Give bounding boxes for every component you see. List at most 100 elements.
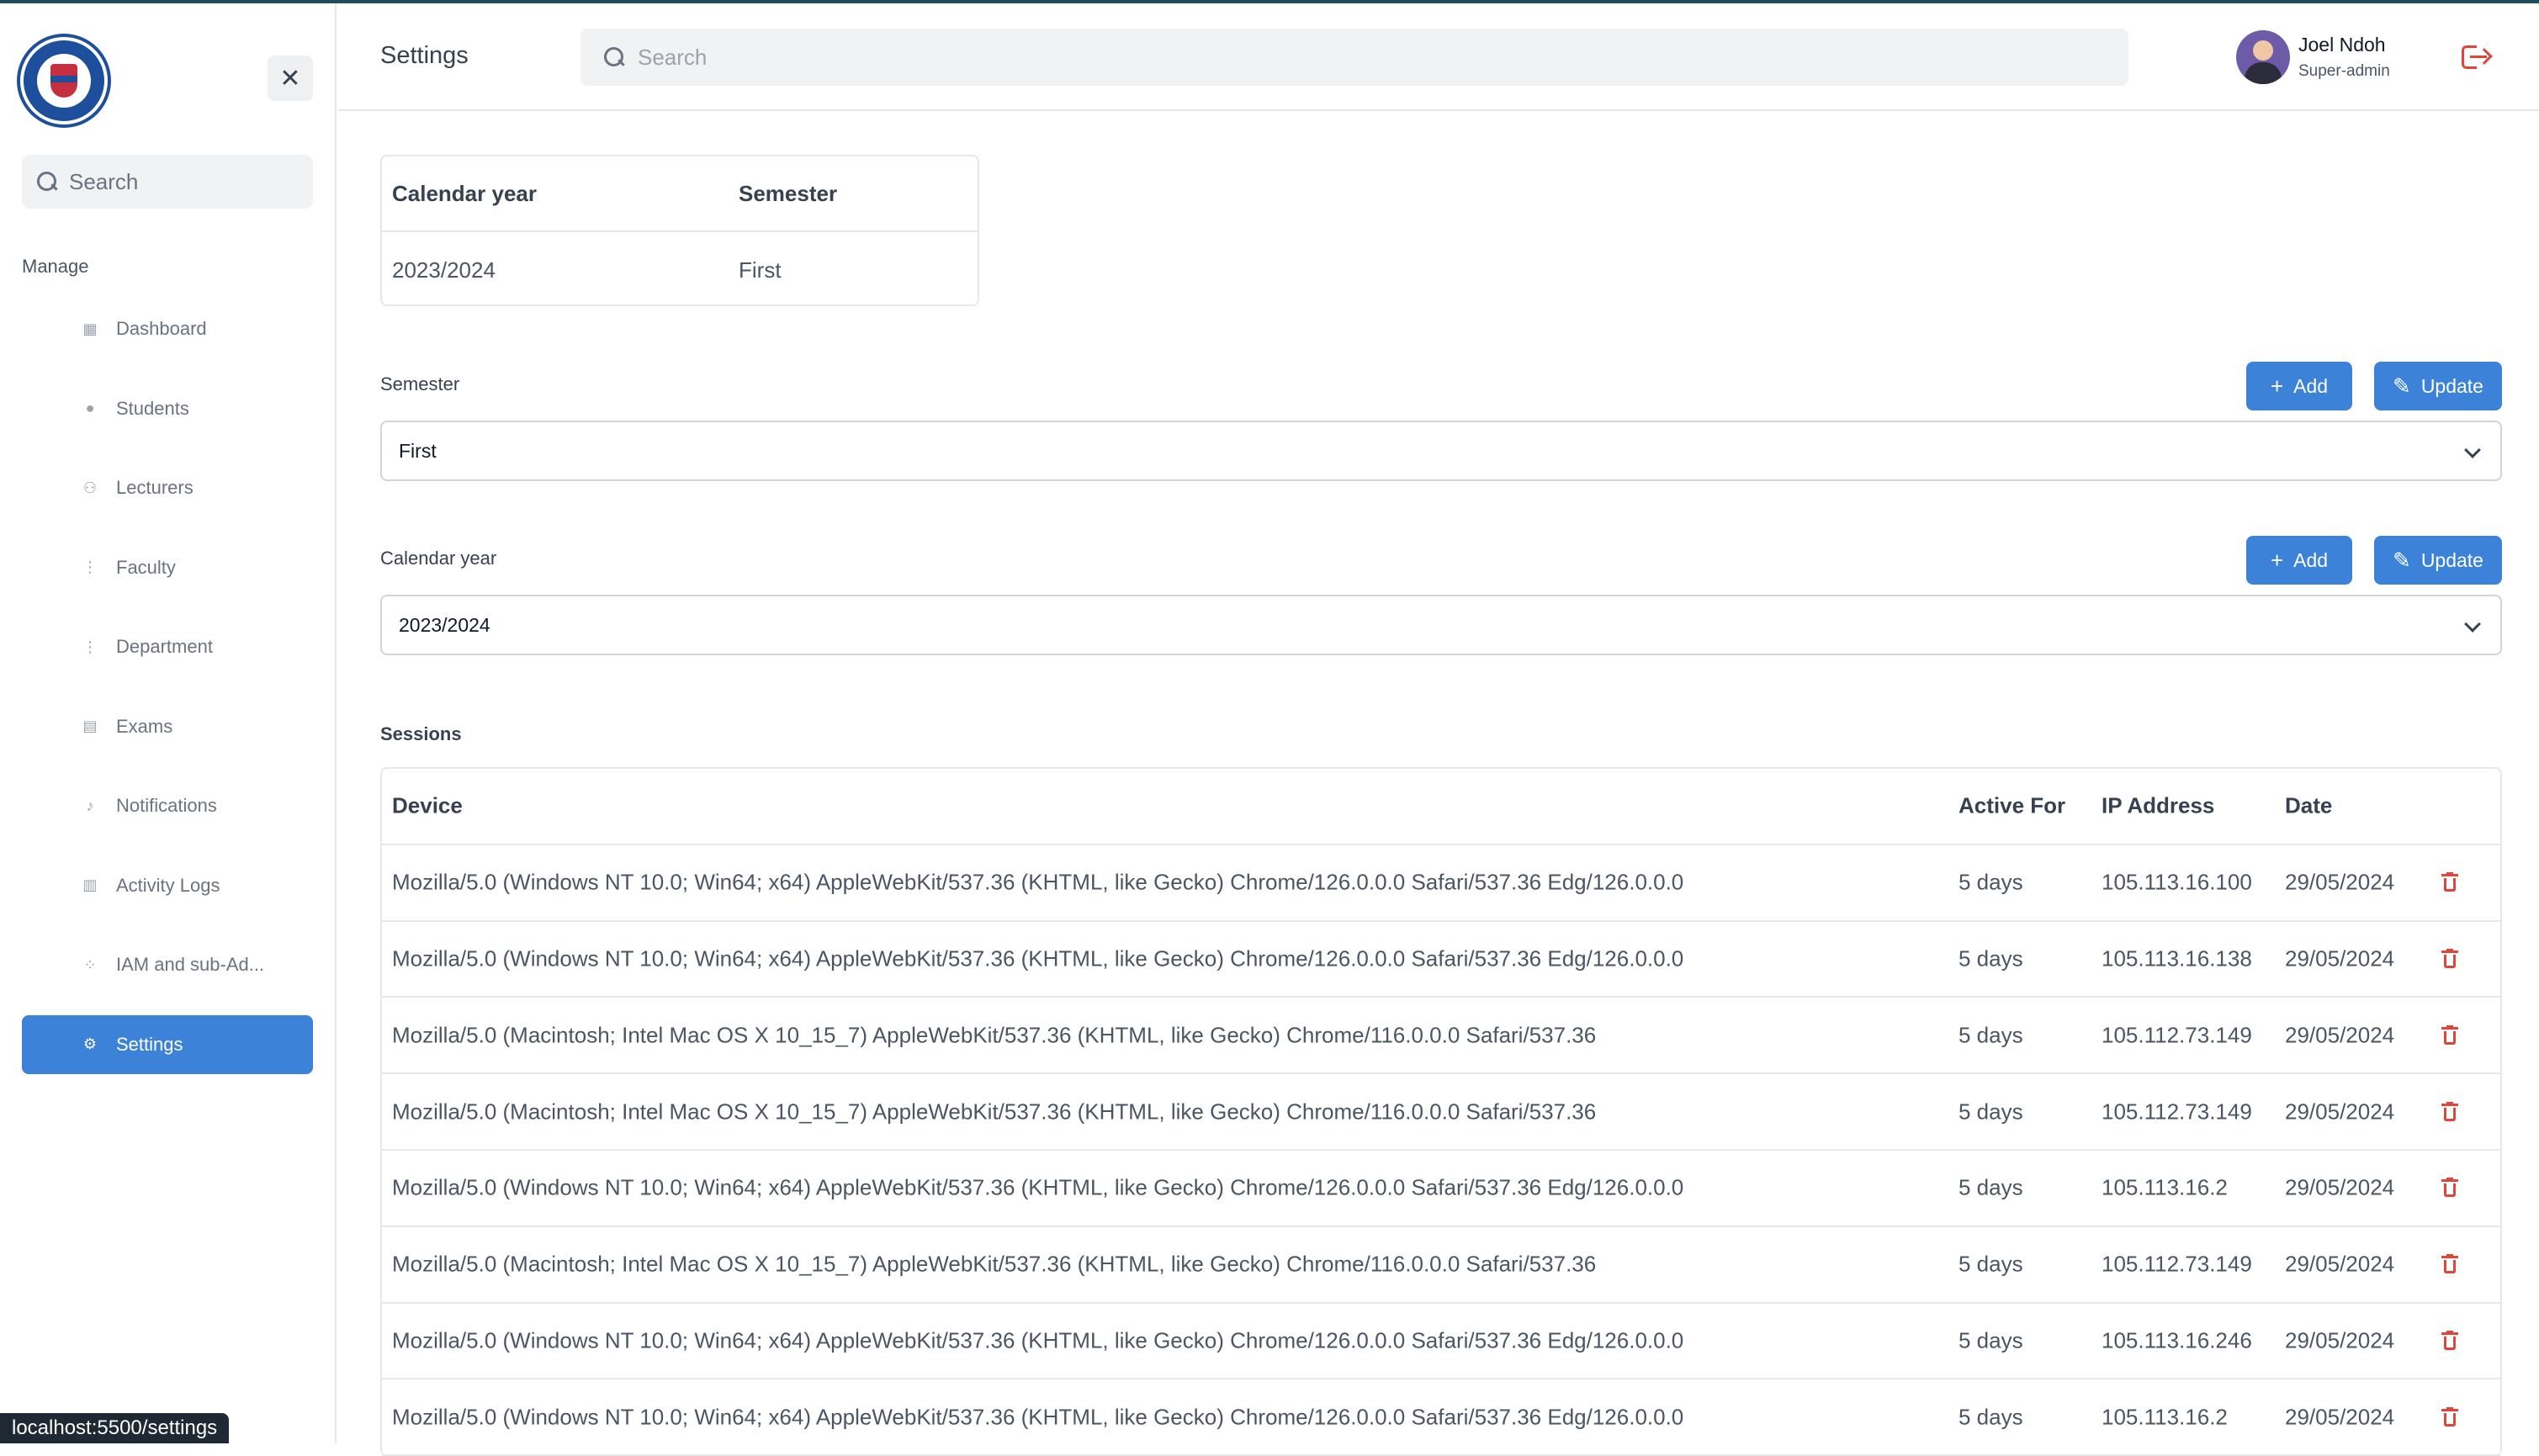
delete-session-button[interactable] bbox=[2441, 1024, 2458, 1046]
sidebar-item-students[interactable]: ● Students bbox=[22, 379, 313, 438]
logout-arrow-head bbox=[2476, 48, 2493, 65]
bell-icon: ♪ bbox=[86, 797, 94, 814]
session-ip-address: 105.112.73.149 bbox=[2102, 1251, 2252, 1277]
sidebar: ✕ Search Manage ▦ Dashboard ● Students ⚇… bbox=[0, 3, 337, 1443]
gear-icon: ⚙ bbox=[82, 1035, 98, 1052]
avatar[interactable] bbox=[2236, 30, 2290, 84]
delete-session-button[interactable] bbox=[2441, 948, 2458, 969]
session-ip-address: 105.113.16.246 bbox=[2102, 1327, 2252, 1353]
session-device: Mozilla/5.0 (Macintosh; Intel Mac OS X 1… bbox=[392, 1099, 1597, 1125]
close-sidebar-button[interactable]: ✕ bbox=[268, 56, 313, 101]
sidebar-item-label: Students bbox=[116, 397, 189, 419]
edit-icon: ✎ bbox=[2393, 373, 2411, 399]
trash-icon bbox=[2441, 1330, 2458, 1351]
session-active-for: 5 days bbox=[1959, 1327, 2023, 1353]
sidebar-item-label: Settings bbox=[116, 1033, 183, 1055]
trash-icon bbox=[2441, 1254, 2458, 1274]
update-calendar-year-button[interactable]: ✎ Update bbox=[2374, 536, 2502, 585]
close-icon: ✕ bbox=[279, 64, 301, 93]
logout-icon[interactable] bbox=[2462, 44, 2493, 72]
table-row: Mozilla/5.0 (Macintosh; Intel Mac OS X 1… bbox=[382, 998, 2500, 1075]
manage-section-label: Manage bbox=[22, 256, 89, 277]
update-semester-label: Update bbox=[2420, 374, 2483, 397]
session-device: Mozilla/5.0 (Macintosh; Intel Mac OS X 1… bbox=[392, 1251, 1597, 1277]
session-date: 29/05/2024 bbox=[2285, 869, 2395, 895]
sidebar-item-dashboard[interactable]: ▦ Dashboard bbox=[22, 299, 313, 358]
session-active-for: 5 days bbox=[1959, 945, 2023, 972]
document-icon: ▤ bbox=[82, 717, 98, 734]
edit-icon: ✎ bbox=[2393, 547, 2411, 573]
delete-session-button[interactable] bbox=[2441, 1330, 2458, 1351]
table-row: Mozilla/5.0 (Windows NT 10.0; Win64; x64… bbox=[382, 845, 2500, 922]
session-device: Mozilla/5.0 (Windows NT 10.0; Win64; x64… bbox=[392, 1327, 1684, 1353]
column-header-active-for: Active For bbox=[1959, 792, 2066, 818]
add-calendar-year-label: Add bbox=[2293, 548, 2329, 571]
user-icon: ● bbox=[85, 400, 95, 416]
sidebar-item-lecturers[interactable]: ⚇ Lecturers bbox=[22, 458, 313, 517]
sidebar-item-exams[interactable]: ▤ Exams bbox=[22, 697, 313, 756]
session-date: 29/05/2024 bbox=[2285, 1174, 2395, 1200]
delete-session-button[interactable] bbox=[2441, 1406, 2458, 1427]
session-ip-address: 105.113.16.2 bbox=[2102, 1174, 2228, 1200]
session-device: Mozilla/5.0 (Macintosh; Intel Mac OS X 1… bbox=[392, 1022, 1597, 1048]
session-ip-address: 105.113.16.100 bbox=[2102, 869, 2252, 895]
avatar-face bbox=[2253, 40, 2273, 61]
delete-session-button[interactable] bbox=[2441, 1101, 2458, 1122]
hierarchy-icon: ⋮ bbox=[82, 638, 98, 655]
bar-chart-icon: ▥ bbox=[82, 876, 98, 893]
top-header: Settings Search Joel Ndoh Super-admin bbox=[338, 3, 2539, 111]
session-ip-address: 105.113.16.138 bbox=[2102, 945, 2252, 972]
search-placeholder: Search bbox=[638, 44, 708, 70]
sidebar-item-label: IAM and sub-Ad... bbox=[116, 954, 265, 975]
session-ip-address: 105.112.73.149 bbox=[2102, 1022, 2252, 1048]
user-name: Joel Ndoh bbox=[2298, 34, 2386, 56]
add-semester-button[interactable]: + Add bbox=[2246, 362, 2352, 410]
users-icon: ⚇ bbox=[82, 479, 98, 496]
university-logo[interactable] bbox=[20, 37, 108, 124]
column-header-device: Device bbox=[392, 792, 463, 818]
sidebar-search-input[interactable]: Search bbox=[22, 155, 313, 209]
session-active-for: 5 days bbox=[1959, 869, 2023, 895]
sidebar-item-settings[interactable]: ⚙ Settings bbox=[22, 1014, 313, 1074]
sessions-table-body: Mozilla/5.0 (Windows NT 10.0; Win64; x64… bbox=[382, 845, 2500, 1456]
sidebar-item-faculty[interactable]: ⋮ Faculty bbox=[22, 538, 313, 597]
chevron-down-icon bbox=[2464, 442, 2481, 458]
add-calendar-year-button[interactable]: + Add bbox=[2246, 536, 2352, 585]
delete-session-button[interactable] bbox=[2441, 872, 2458, 892]
trash-icon bbox=[2441, 872, 2458, 892]
session-device: Mozilla/5.0 (Windows NT 10.0; Win64; x64… bbox=[392, 1174, 1684, 1200]
calendar-year-label: Calendar year bbox=[380, 548, 497, 569]
column-header-semester: Semester bbox=[739, 180, 838, 206]
add-semester-label: Add bbox=[2293, 374, 2329, 397]
trash-icon bbox=[2441, 1101, 2458, 1122]
sessions-title: Sessions bbox=[380, 723, 462, 744]
session-active-for: 5 days bbox=[1959, 1174, 2023, 1200]
current-settings-table: Calendar year Semester 2023/2024 First bbox=[380, 155, 979, 306]
trash-icon bbox=[2441, 1178, 2458, 1198]
delete-session-button[interactable] bbox=[2441, 1254, 2458, 1274]
delete-session-button[interactable] bbox=[2441, 1178, 2458, 1198]
user-role: Super-admin bbox=[2298, 62, 2390, 80]
trash-icon bbox=[2441, 948, 2458, 969]
session-date: 29/05/2024 bbox=[2285, 1022, 2395, 1048]
session-ip-address: 105.113.16.2 bbox=[2102, 1404, 2228, 1430]
session-device: Mozilla/5.0 (Windows NT 10.0; Win64; x64… bbox=[392, 869, 1684, 895]
semester-select[interactable]: First bbox=[380, 421, 2502, 481]
column-header-calendar-year: Calendar year bbox=[392, 180, 537, 206]
update-semester-button[interactable]: ✎ Update bbox=[2374, 362, 2502, 410]
sidebar-item-department[interactable]: ⋮ Department bbox=[22, 617, 313, 676]
session-active-for: 5 days bbox=[1959, 1404, 2023, 1430]
sidebar-item-label: Activity Logs bbox=[116, 874, 220, 896]
session-active-for: 5 days bbox=[1959, 1251, 2023, 1277]
session-date: 29/05/2024 bbox=[2285, 945, 2395, 972]
sidebar-item-label: Exams bbox=[116, 715, 173, 737]
session-date: 29/05/2024 bbox=[2285, 1327, 2395, 1353]
hierarchy-icon: ⋮ bbox=[82, 559, 98, 575]
trash-icon bbox=[2441, 1406, 2458, 1427]
session-active-for: 5 days bbox=[1959, 1022, 2023, 1048]
search-input[interactable]: Search bbox=[580, 29, 2128, 86]
sidebar-item-activity-logs[interactable]: ▥ Activity Logs bbox=[22, 856, 313, 915]
sidebar-item-iam[interactable]: ⁘ IAM and sub-Ad... bbox=[22, 935, 313, 994]
calendar-year-select[interactable]: 2023/2024 bbox=[380, 595, 2502, 655]
sidebar-item-notifications[interactable]: ♪ Notifications bbox=[22, 776, 313, 835]
